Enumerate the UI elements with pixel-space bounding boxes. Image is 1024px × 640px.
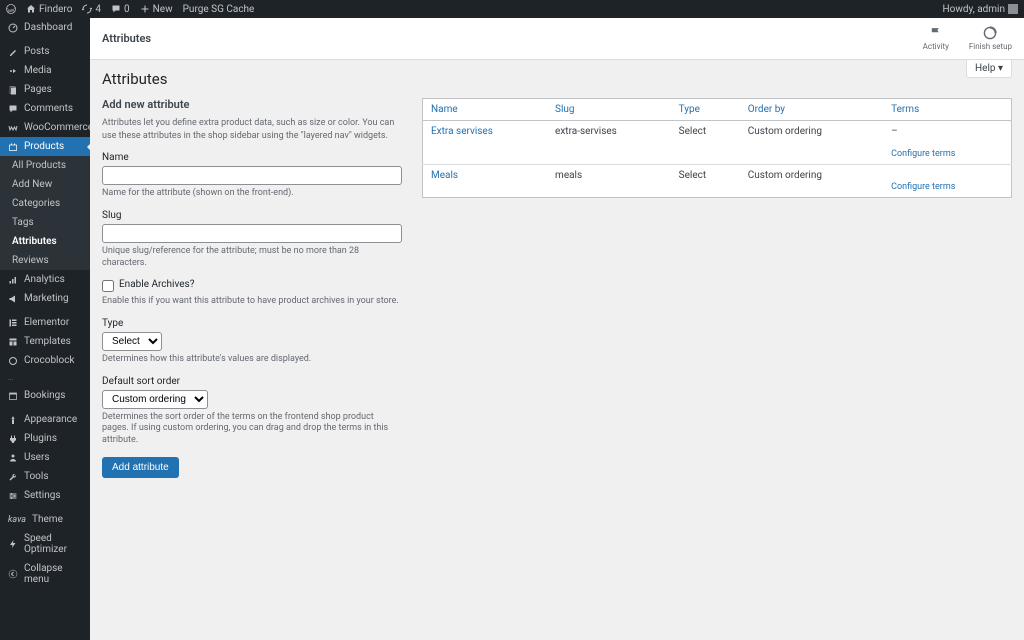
activity-panel[interactable]: Activity [923,26,949,51]
attr-slug: meals [547,165,671,198]
progress-icon [983,26,997,40]
menu-bookings[interactable]: Bookings [0,386,90,405]
finish-setup-panel[interactable]: Finish setup [969,26,1012,51]
table-row: Extra servises extra-servises Select Cus… [423,121,1012,165]
menu-comments[interactable]: Comments [0,99,90,118]
main-content: Attributes Activity Finish setup Help ▾ … [90,18,1024,640]
attributes-table: Name Slug Type Order by Terms Extra serv… [422,98,1012,198]
avatar [1008,4,1018,14]
type-select[interactable]: Select [102,332,162,351]
wp-logo[interactable] [6,4,16,14]
purge-cache-link[interactable]: Purge SG Cache [183,4,255,15]
col-slug[interactable]: Slug [547,99,671,121]
attr-name-link[interactable]: Meals [431,170,458,181]
site-link[interactable]: Findero [26,4,72,15]
menu-analytics[interactable]: Analytics [0,270,90,289]
admin-sidebar: Dashboard Posts Media Pages Comments Woo… [0,18,90,640]
attr-slug: extra-servises [547,121,671,165]
col-terms[interactable]: Terms [883,99,1011,121]
submenu-reviews[interactable]: Reviews [0,251,90,270]
sort-label: Default sort order [102,376,402,387]
sort-help: Determines the sort order of the terms o… [102,412,402,447]
page-header-title: Attributes [102,32,151,45]
admin-bar: Findero 4 0 New Purge SG Cache Howdy, ad… [0,0,1024,18]
slug-label: Slug [102,210,402,221]
menu-products[interactable]: Products [0,137,90,156]
howdy-link[interactable]: Howdy, admin [943,4,1018,15]
table-row: Meals meals Select Custom ordering Confi… [423,165,1012,198]
menu-appearance[interactable]: Appearance [0,410,90,429]
add-attribute-button[interactable]: Add attribute [102,457,179,478]
type-help: Determines how this attribute's values a… [102,354,402,366]
menu-theme[interactable]: kavaTheme [0,510,90,529]
comments-link[interactable]: 0 [111,4,130,15]
type-label: Type [102,318,402,329]
menu-item-misc[interactable]: ... [0,370,90,386]
col-order[interactable]: Order by [740,99,883,121]
col-type[interactable]: Type [671,99,740,121]
page-title: Attributes [102,70,1012,88]
attr-type: Select [671,121,740,165]
menu-woocommerce[interactable]: WooCommerce [0,118,90,137]
menu-users[interactable]: Users [0,448,90,467]
menu-marketing[interactable]: Marketing [0,289,90,308]
attr-terms: – [891,126,898,137]
submenu-products: All Products Add New Categories Tags Att… [0,156,90,270]
help-tab[interactable]: Help ▾ [966,60,1012,78]
menu-settings[interactable]: Settings [0,486,90,505]
form-title: Add new attribute [102,98,402,111]
menu-speed[interactable]: Speed Optimizer [0,529,90,559]
sort-select[interactable]: Custom ordering [102,390,208,409]
archives-checkbox[interactable] [102,280,114,292]
flag-icon [929,26,943,40]
attr-name-link[interactable]: Extra servises [431,126,493,137]
updates-link[interactable]: 4 [82,4,101,15]
archives-label: Enable Archives? [119,279,194,290]
menu-posts[interactable]: Posts [0,42,90,61]
archives-help: Enable this if you want this attribute t… [102,296,402,308]
name-input[interactable] [102,166,402,185]
slug-help: Unique slug/reference for the attribute;… [102,246,402,269]
menu-elementor[interactable]: Elementor [0,313,90,332]
attr-type: Select [671,165,740,198]
menu-dashboard[interactable]: Dashboard [0,18,90,37]
configure-terms-link[interactable]: Configure terms [891,149,955,159]
add-attribute-form: Add new attribute Attributes let you def… [102,98,402,478]
submenu-all-products[interactable]: All Products [0,156,90,175]
new-link[interactable]: New [140,4,173,15]
submenu-tags[interactable]: Tags [0,213,90,232]
menu-collapse[interactable]: Collapse menu [0,559,90,589]
col-name[interactable]: Name [423,99,548,121]
submenu-add-new[interactable]: Add New [0,175,90,194]
attr-order: Custom ordering [740,165,883,198]
configure-terms-link[interactable]: Configure terms [891,182,955,192]
page-header: Attributes Activity Finish setup [90,18,1024,60]
menu-pages[interactable]: Pages [0,80,90,99]
name-help: Name for the attribute (shown on the fro… [102,188,402,200]
attr-order: Custom ordering [740,121,883,165]
name-label: Name [102,152,402,163]
slug-input[interactable] [102,224,402,243]
menu-crocoblock[interactable]: Crocoblock [0,351,90,370]
menu-plugins[interactable]: Plugins [0,429,90,448]
submenu-attributes[interactable]: Attributes [0,232,90,251]
menu-tools[interactable]: Tools [0,467,90,486]
menu-templates[interactable]: Templates [0,332,90,351]
form-intro: Attributes let you define extra product … [102,117,402,142]
submenu-categories[interactable]: Categories [0,194,90,213]
menu-media[interactable]: Media [0,61,90,80]
